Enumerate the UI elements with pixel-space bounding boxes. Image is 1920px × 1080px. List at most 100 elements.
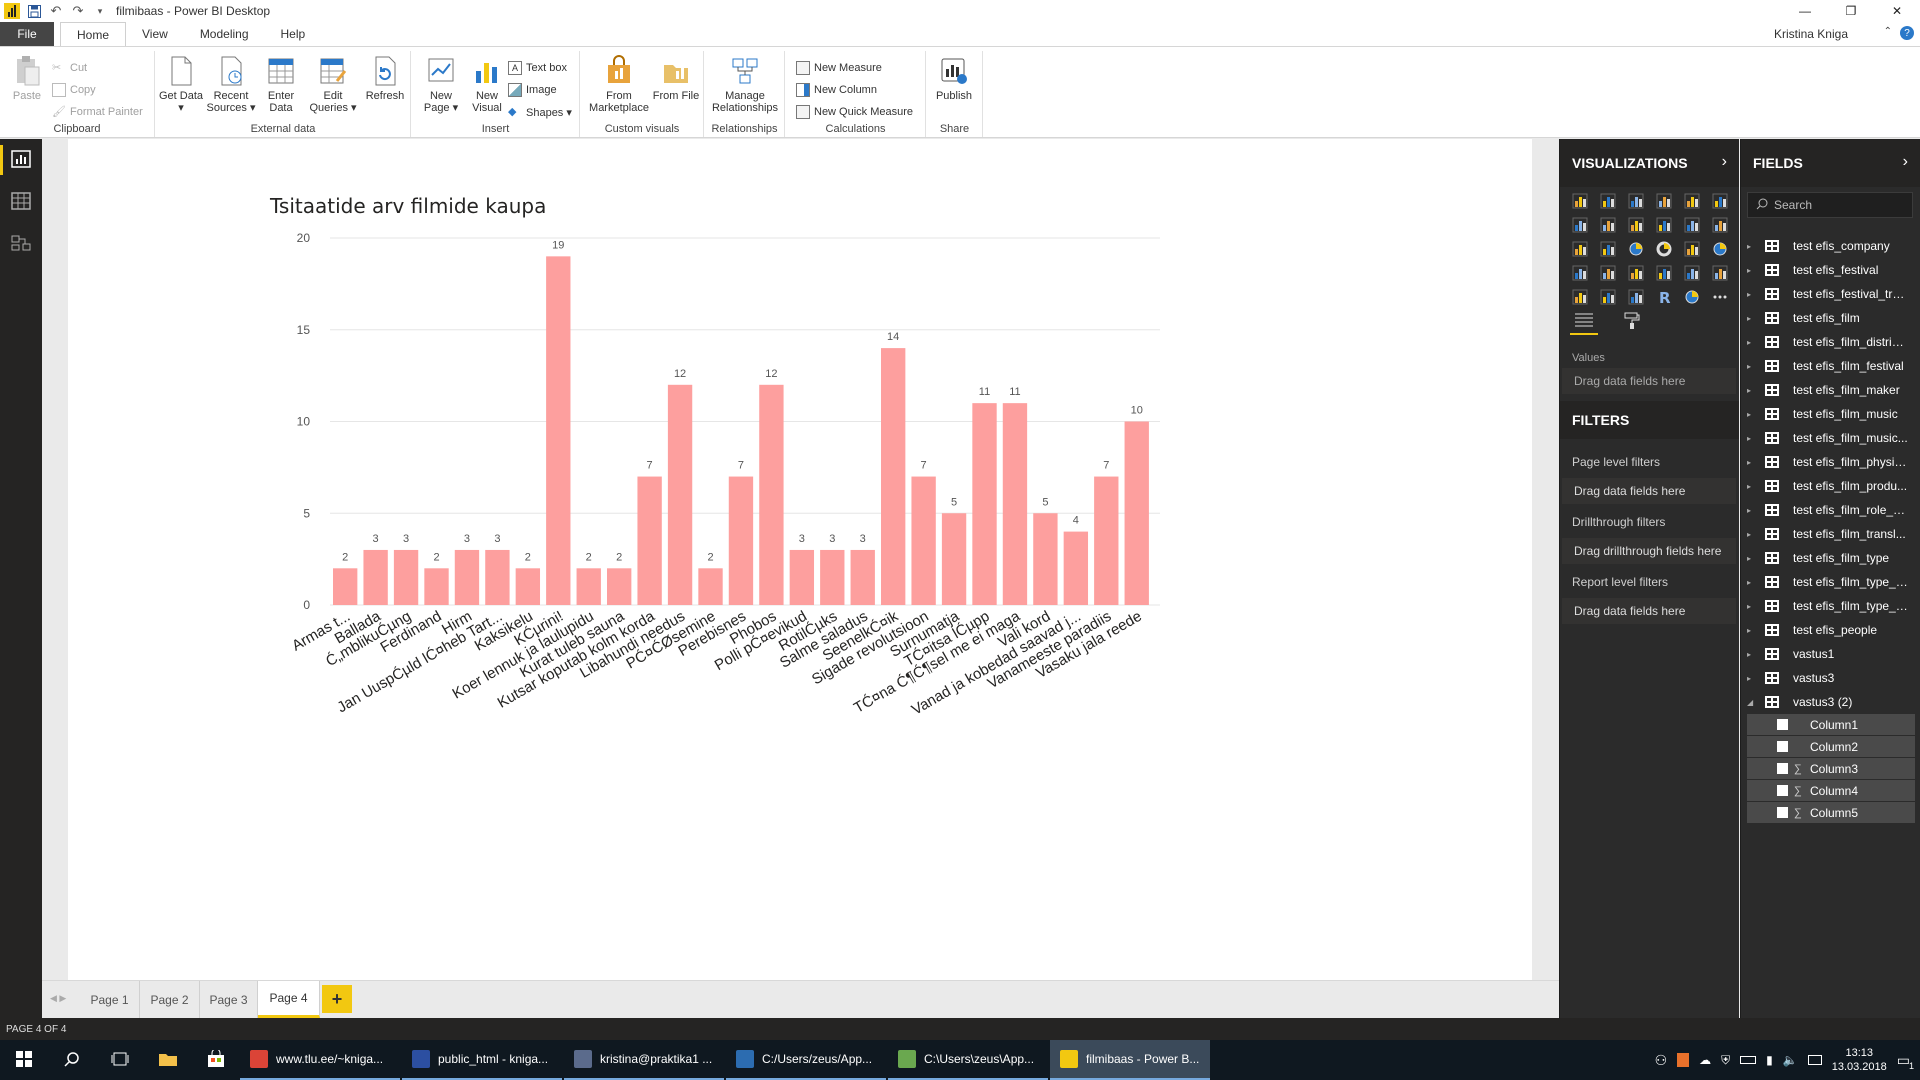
bar[interactable] <box>454 549 480 605</box>
signed-in-user[interactable]: Kristina Kniga <box>1774 27 1848 41</box>
field-checkbox[interactable] <box>1777 741 1788 752</box>
field-table-item[interactable]: ▸ test efis_film_festival <box>1741 354 1920 378</box>
bar[interactable] <box>972 403 997 605</box>
field-table-item[interactable]: ▸ test efis_film_music... <box>1741 426 1920 450</box>
clock[interactable]: 13:13 13.03.2018 <box>1832 1046 1887 1074</box>
bar[interactable] <box>485 549 510 605</box>
waterfall-visual-icon[interactable] <box>1570 239 1590 259</box>
area-visual-icon[interactable] <box>1598 215 1618 235</box>
collapse-visualizations-icon[interactable]: › <box>1722 153 1727 171</box>
taskbar-app-button[interactable]: C:\Users\zeus\App... <box>888 1040 1048 1080</box>
onedrive-icon[interactable]: ☁ <box>1699 1053 1711 1067</box>
collapse-ribbon-icon[interactable]: ⌃ <box>1884 26 1892 40</box>
more-visual-icon[interactable] <box>1710 287 1730 307</box>
chevron-right-icon[interactable]: ▸ <box>1741 242 1755 251</box>
task-view-button[interactable] <box>96 1040 144 1080</box>
chevron-right-icon[interactable]: ▸ <box>1741 410 1755 419</box>
bar[interactable] <box>667 384 693 605</box>
stacked-column-visual-icon[interactable] <box>1598 191 1618 211</box>
page-scroll-arrows-icon[interactable]: ◀ ▶ <box>50 993 66 1004</box>
field-checkbox[interactable] <box>1777 719 1788 730</box>
bar-chart[interactable]: 051015202Armas t...3Ballada3Ć„mblikuĆµng… <box>0 0 1200 760</box>
chevron-right-icon[interactable]: ▸ <box>1741 290 1755 299</box>
stacked-area-visual-icon[interactable] <box>1626 215 1646 235</box>
bar[interactable] <box>911 476 936 605</box>
start-button[interactable] <box>0 1040 48 1080</box>
field-table-item[interactable]: ▸ test efis_people <box>1741 618 1920 642</box>
field-table-item[interactable]: ▸ test efis_film <box>1741 306 1920 330</box>
field-table-item[interactable]: ▸ test efis_film_type <box>1741 546 1920 570</box>
bar[interactable] <box>546 256 571 605</box>
line-column-visual-icon[interactable] <box>1654 215 1674 235</box>
shield-icon[interactable]: ⛨ <box>1721 1053 1730 1068</box>
funnel-visual-icon[interactable] <box>1598 263 1618 283</box>
chevron-right-icon[interactable]: ▸ <box>1741 554 1755 563</box>
chevron-right-icon[interactable]: ▸ <box>1741 434 1755 443</box>
field-column-item[interactable]: ∑ Column5 <box>1747 802 1915 824</box>
field-table-item[interactable]: ◢ vastus3 (2) <box>1741 690 1920 714</box>
chevron-right-icon[interactable]: ▸ <box>1741 482 1755 491</box>
tab-page-3[interactable]: Page 3 <box>200 981 258 1018</box>
chevron-right-icon[interactable]: ▸ <box>1741 626 1755 635</box>
volume-icon[interactable]: 🔈 <box>1783 1053 1798 1067</box>
bar[interactable] <box>1094 476 1119 605</box>
matrix-visual-icon[interactable] <box>1626 287 1646 307</box>
filled-map-visual-icon[interactable] <box>1570 263 1590 283</box>
bar[interactable] <box>1063 531 1089 605</box>
donut-visual-icon[interactable] <box>1654 239 1674 259</box>
field-table-item[interactable]: ▸ vastus3 <box>1741 666 1920 690</box>
report-filters-drop-zone[interactable]: Drag data fields here <box>1562 598 1736 624</box>
field-checkbox[interactable] <box>1777 763 1788 774</box>
fields-well-tab[interactable] <box>1570 309 1598 335</box>
field-table-item[interactable]: ▸ test efis_festival <box>1741 258 1920 282</box>
page-filters-drop-zone[interactable]: Drag data fields here <box>1562 478 1736 504</box>
chevron-right-icon[interactable]: ▸ <box>1741 458 1755 467</box>
field-table-item[interactable]: ▸ test efis_company <box>1741 234 1920 258</box>
field-table-item[interactable]: ▸ test efis_film_music <box>1741 402 1920 426</box>
chevron-right-icon[interactable]: ▸ <box>1741 530 1755 539</box>
notifications-icon[interactable]: ▭ 1 <box>1897 1052 1914 1071</box>
collapse-fields-icon[interactable]: › <box>1903 153 1908 171</box>
r-script-visual-icon[interactable]: R <box>1654 287 1674 307</box>
chevron-right-icon[interactable]: ▸ <box>1741 314 1755 323</box>
chevron-right-icon[interactable]: ▸ <box>1741 338 1755 347</box>
line-clustered-visual-icon[interactable] <box>1682 215 1702 235</box>
100-column-visual-icon[interactable] <box>1710 191 1730 211</box>
values-drop-zone[interactable]: Drag data fields here <box>1562 368 1736 394</box>
bar[interactable] <box>728 476 754 605</box>
field-table-item[interactable]: ▸ test efis_film_maker <box>1741 378 1920 402</box>
search-taskbar-button[interactable] <box>48 1040 96 1080</box>
field-table-item[interactable]: ▸ test efis_festival_tra... <box>1741 282 1920 306</box>
chevron-right-icon[interactable]: ▸ <box>1741 578 1755 587</box>
field-table-item[interactable]: ▸ test efis_film_role_p... <box>1741 498 1920 522</box>
bar[interactable] <box>1033 513 1058 605</box>
keyboard-icon[interactable] <box>1807 1055 1822 1065</box>
globe-visual-icon[interactable] <box>1682 287 1702 307</box>
100-bar-visual-icon[interactable] <box>1682 191 1702 211</box>
bar[interactable] <box>363 549 388 605</box>
maximize-button[interactable]: ❐ <box>1828 0 1874 22</box>
pie-visual-icon[interactable] <box>1626 239 1646 259</box>
chevron-right-icon[interactable]: ▸ <box>1741 506 1755 515</box>
minimize-button[interactable]: — <box>1782 0 1828 22</box>
clustered-bar-visual-icon[interactable] <box>1626 191 1646 211</box>
tab-page-4[interactable]: Page 4 <box>258 981 320 1018</box>
field-table-item[interactable]: ▸ test efis_film_transl... <box>1741 522 1920 546</box>
tab-page-2[interactable]: Page 2 <box>140 981 200 1018</box>
field-column-item[interactable]: Column1 <box>1747 714 1915 736</box>
bar[interactable] <box>881 348 906 605</box>
bar[interactable] <box>424 568 449 605</box>
field-checkbox[interactable] <box>1777 785 1788 796</box>
bar[interactable] <box>789 549 815 605</box>
bar[interactable] <box>850 549 875 605</box>
chevron-right-icon[interactable]: ▸ <box>1741 650 1755 659</box>
close-button[interactable]: ✕ <box>1874 0 1920 22</box>
multirow-card-visual-icon[interactable] <box>1682 263 1702 283</box>
store-button[interactable] <box>192 1040 240 1080</box>
taskbar-app-button[interactable]: www.tlu.ee/~kniga... <box>240 1040 400 1080</box>
chevron-down-icon[interactable]: ◢ <box>1741 698 1755 707</box>
bar[interactable] <box>393 549 419 605</box>
slicer-visual-icon[interactable] <box>1570 287 1590 307</box>
field-column-item[interactable]: ∑ Column3 <box>1747 758 1915 780</box>
field-column-item[interactable]: Column2 <box>1747 736 1915 758</box>
